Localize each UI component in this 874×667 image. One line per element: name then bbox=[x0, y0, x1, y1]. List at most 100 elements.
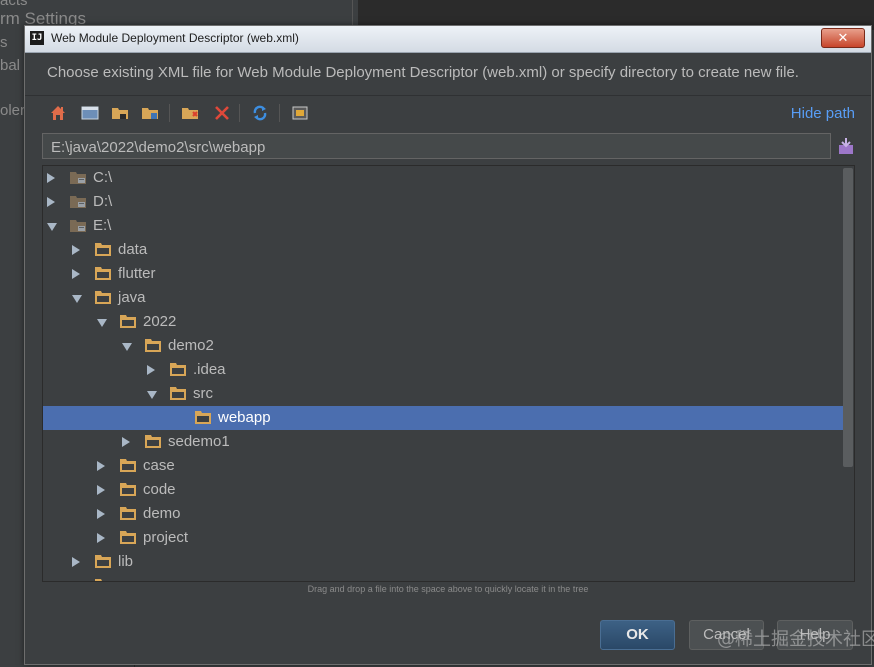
tree-row[interactable]: E:\ bbox=[43, 214, 843, 238]
module-folder-icon[interactable] bbox=[139, 102, 161, 124]
expand-arrow-right-icon[interactable] bbox=[97, 509, 105, 519]
ok-button[interactable]: OK bbox=[600, 620, 675, 650]
folder-icon bbox=[94, 553, 112, 569]
folder-icon bbox=[169, 385, 187, 401]
toolbar-separator bbox=[279, 104, 280, 122]
folder-icon bbox=[119, 529, 137, 545]
file-chooser-toolbar bbox=[45, 100, 345, 126]
folder-icon bbox=[144, 433, 162, 449]
tree-row[interactable]: lib bbox=[43, 550, 843, 574]
toolbar-separator bbox=[169, 104, 170, 122]
file-tree[interactable]: C:\ D:\ E:\ data flutter java 2022 demo2 .idea sr… bbox=[42, 165, 855, 582]
tree-item-label: project bbox=[143, 529, 189, 546]
tree-item-label: lib bbox=[118, 553, 134, 570]
tree-item-label: flutter bbox=[118, 265, 156, 282]
expand-arrow-down-icon[interactable] bbox=[47, 223, 57, 231]
hide-path-link[interactable]: Hide path bbox=[791, 105, 855, 122]
toolbar-separator bbox=[239, 104, 240, 122]
tree-row[interactable]: project bbox=[43, 526, 843, 550]
dialog-title: Web Module Deployment Descriptor (web.xm… bbox=[51, 31, 299, 45]
background-text: acts bbox=[0, 0, 28, 9]
expand-arrow-right-icon[interactable] bbox=[97, 533, 105, 543]
drag-drop-hint: Drag and drop a file into the space abov… bbox=[307, 584, 589, 594]
tree-item-label: src bbox=[193, 385, 213, 402]
background-text: oler bbox=[0, 102, 26, 119]
desktop-icon[interactable] bbox=[79, 102, 101, 124]
expand-arrow-down-icon[interactable] bbox=[72, 295, 82, 303]
tree-row[interactable] bbox=[43, 574, 843, 582]
expand-arrow-right-icon[interactable] bbox=[72, 269, 80, 279]
tree-row[interactable]: demo2 bbox=[43, 334, 843, 358]
tree-row[interactable]: case bbox=[43, 454, 843, 478]
intellij-logo-icon: IJ bbox=[30, 31, 44, 45]
tree-item-label: D:\ bbox=[93, 193, 113, 210]
path-history-icon[interactable] bbox=[837, 136, 855, 156]
tree-item-label: .idea bbox=[193, 361, 226, 378]
tree-item-label: E:\ bbox=[93, 217, 112, 234]
folder-icon bbox=[169, 361, 187, 377]
expand-arrow-right-icon[interactable] bbox=[47, 197, 55, 207]
tree-row[interactable]: C:\ bbox=[43, 166, 843, 190]
tree-row[interactable]: 2022 bbox=[43, 310, 843, 334]
folder-icon bbox=[94, 577, 112, 581]
expand-arrow-down-icon[interactable] bbox=[97, 319, 107, 327]
folder-icon bbox=[119, 313, 137, 329]
expand-arrow-right-icon[interactable] bbox=[122, 437, 130, 447]
cancel-button[interactable]: Cancel bbox=[689, 620, 764, 650]
home-icon[interactable] bbox=[47, 102, 69, 124]
dialog-title-bar[interactable]: IJ Web Module Deployment Descriptor (web… bbox=[25, 26, 871, 53]
dialog-description: Choose existing XML file for Web Module … bbox=[47, 64, 799, 81]
delete-icon[interactable] bbox=[211, 102, 233, 124]
tree-item-label: demo2 bbox=[168, 337, 214, 354]
project-folder-icon[interactable] bbox=[109, 102, 131, 124]
expand-arrow-right-icon[interactable] bbox=[72, 245, 80, 255]
help-button[interactable]: Help bbox=[777, 620, 853, 650]
drive-icon bbox=[69, 193, 87, 209]
expand-arrow-right-icon[interactable] bbox=[47, 173, 55, 183]
folder-icon bbox=[119, 457, 137, 473]
expand-arrow-right-icon[interactable] bbox=[97, 461, 105, 471]
folder-icon bbox=[94, 265, 112, 281]
folder-icon bbox=[94, 289, 112, 305]
web-xml-dialog: IJ Web Module Deployment Descriptor (web… bbox=[24, 25, 874, 665]
show-hidden-icon[interactable] bbox=[289, 102, 311, 124]
close-button[interactable]: ✕ bbox=[821, 28, 865, 48]
tree-row[interactable]: D:\ bbox=[43, 190, 843, 214]
expand-arrow-down-icon[interactable] bbox=[122, 343, 132, 351]
tree-item-label: C:\ bbox=[93, 169, 113, 186]
tree-item-label: sedemo1 bbox=[168, 433, 230, 450]
drive-icon bbox=[69, 169, 87, 185]
tree-row[interactable]: java bbox=[43, 286, 843, 310]
folder-icon bbox=[194, 409, 212, 425]
background-text: s bbox=[0, 34, 8, 51]
folder-icon bbox=[144, 337, 162, 353]
expand-arrow-right-icon[interactable] bbox=[147, 365, 155, 375]
path-input[interactable] bbox=[42, 133, 831, 159]
expand-arrow-right-icon[interactable] bbox=[72, 581, 80, 582]
tree-row[interactable]: .idea bbox=[43, 358, 843, 382]
expand-arrow-right-icon[interactable] bbox=[72, 557, 80, 567]
tree-item-label: java bbox=[118, 289, 146, 306]
tree-item-label: data bbox=[118, 241, 148, 258]
tree-row[interactable]: data bbox=[43, 238, 843, 262]
divider bbox=[25, 95, 871, 96]
tree-item-label: case bbox=[143, 457, 175, 474]
refresh-icon[interactable] bbox=[249, 102, 271, 124]
new-folder-icon[interactable] bbox=[179, 102, 201, 124]
tree-item-label: demo bbox=[143, 505, 181, 522]
tree-item-label: code bbox=[143, 481, 176, 498]
tree-item-label: 2022 bbox=[143, 313, 177, 330]
folder-icon bbox=[119, 505, 137, 521]
tree-row[interactable]: flutter bbox=[43, 262, 843, 286]
tree-row[interactable]: src bbox=[43, 382, 843, 406]
expand-arrow-right-icon[interactable] bbox=[97, 485, 105, 495]
tree-row[interactable]: code bbox=[43, 478, 843, 502]
expand-arrow-down-icon[interactable] bbox=[147, 391, 157, 399]
tree-row[interactable]: sedemo1 bbox=[43, 430, 843, 454]
tree-row[interactable]: demo bbox=[43, 502, 843, 526]
folder-icon bbox=[119, 481, 137, 497]
folder-icon bbox=[94, 241, 112, 257]
tree-scrollbar-thumb[interactable] bbox=[843, 168, 853, 467]
drive-icon bbox=[69, 217, 87, 233]
tree-row[interactable]: webapp bbox=[43, 406, 843, 430]
